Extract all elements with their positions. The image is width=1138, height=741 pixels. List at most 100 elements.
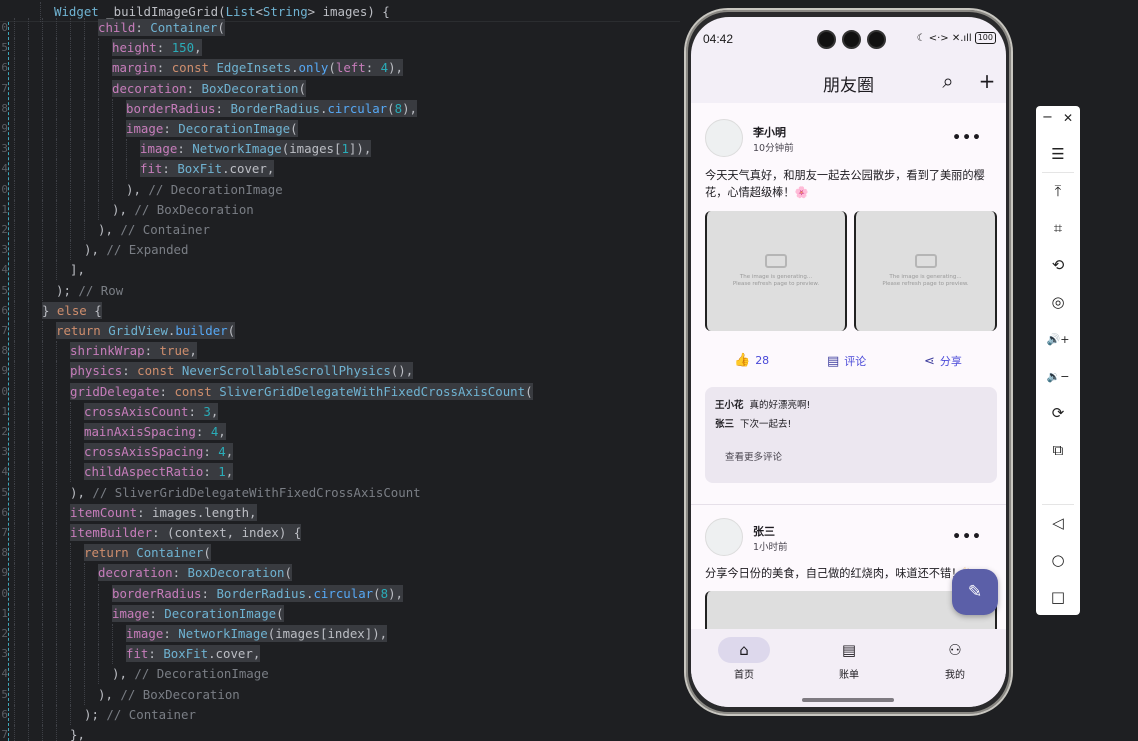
add-icon[interactable]: + <box>975 69 999 93</box>
volume-down-icon[interactable]: 🔉− <box>1044 362 1072 390</box>
code-line[interactable]: ), // Container <box>14 220 210 240</box>
code-line[interactable]: decoration: BoxDecoration( <box>14 563 292 584</box>
minimize-icon[interactable]: − <box>1042 110 1053 125</box>
location-icon[interactable]: ◎ <box>1044 288 1072 316</box>
post-author[interactable]: 张三 <box>753 523 775 539</box>
code-line[interactable]: }, <box>14 725 85 741</box>
receipt-icon: ▤ <box>841 641 857 659</box>
code-line[interactable]: ), // SliverGridDelegateWithFixedCrossAx… <box>14 482 421 503</box>
avatar[interactable] <box>705 518 743 556</box>
code-line[interactable]: } else { <box>14 300 102 321</box>
edit-fab-button[interactable]: ✎ <box>952 569 998 615</box>
nav-item-bills[interactable]: ▤ 账单 <box>809 637 889 681</box>
crop-icon[interactable]: ⌗ <box>1044 214 1072 242</box>
code-line[interactable]: ), // Expanded <box>14 240 188 261</box>
nav-item-profile[interactable]: ⚇ 我的 <box>915 637 995 681</box>
screen-rotate-icon[interactable]: ⟳ <box>1044 399 1072 427</box>
rotate-icon[interactable]: ⟲ <box>1044 251 1072 279</box>
status-icons: ☾ <·> ✕.ıll 100 <box>917 32 996 44</box>
view-more-comments-link[interactable]: 查看更多评论 <box>725 449 782 463</box>
post-author[interactable]: 李小明 <box>753 124 786 140</box>
back-icon[interactable]: ◁ <box>1044 509 1072 537</box>
comment-item: 王小花 真的好漂亮啊! <box>715 397 810 411</box>
home-button-icon[interactable]: ○ <box>1044 546 1072 574</box>
screenshot-icon[interactable]: ⧉ <box>1044 436 1072 464</box>
line-number: 2 <box>1 627 8 640</box>
code-line[interactable]: itemBuilder: (context, index) { <box>14 523 302 543</box>
line-number: 1 <box>1 404 8 418</box>
like-button[interactable]: 👍 28 <box>734 353 769 368</box>
line-number: 4 <box>1 465 8 479</box>
image-placeholder-text: Please refresh page to preview. <box>732 281 820 287</box>
more-icon[interactable]: ••• <box>952 130 982 146</box>
code-line[interactable]: ), // DecorationImage <box>14 179 283 200</box>
code-line[interactable]: image: DecorationImage( <box>14 119 298 139</box>
code-line[interactable]: image: DecorationImage( <box>14 603 284 624</box>
comment-button[interactable]: ▤ 评论 <box>827 353 866 369</box>
code-line[interactable]: mainAxisSpacing: 4, <box>14 422 226 442</box>
bottom-navigation: ⌂ 首页 ▤ 账单 ⚇ 我的 <box>691 629 1006 707</box>
code-line[interactable]: ), // BoxDecoration <box>14 199 254 220</box>
line-number: 1 <box>1 202 8 216</box>
line-number: 8 <box>1 546 8 560</box>
comment-user[interactable]: 张三 <box>715 419 734 430</box>
code-line[interactable]: gridDelegate: const SliverGridDelegateWi… <box>14 381 533 402</box>
emulator-toolbar: − ✕ ☰ ⤒ ⌗ ⟲ ◎ 🔊+ 🔉− ⟳ ⧉ ◁ ○ □ <box>1036 106 1080 615</box>
code-line[interactable]: margin: const EdgeInsets.only(left: 4), <box>14 58 404 79</box>
code-line[interactable]: ); // Container <box>14 704 196 725</box>
share-button[interactable]: ⋖ 分享 <box>924 353 962 369</box>
more-icon[interactable]: ••• <box>952 529 982 545</box>
code-line[interactable]: return Container( <box>14 543 211 564</box>
line-gutter: 056789340123456789012345678901234567 <box>0 0 12 741</box>
code-line[interactable]: image: NetworkImage(images[1]), <box>14 139 372 160</box>
status-indicators: ☾ <·> ✕.ıll <box>916 32 972 44</box>
code-line[interactable]: physics: const NeverScrollableScrollPhys… <box>14 361 414 382</box>
avatar[interactable] <box>705 119 743 157</box>
code-line[interactable]: crossAxisCount: 3, <box>14 401 219 422</box>
post-image[interactable]: The image is generating... Please refres… <box>705 211 847 331</box>
nav-item-home[interactable]: ⌂ 首页 <box>704 637 784 681</box>
comment-user[interactable]: 王小花 <box>715 400 744 411</box>
line-number: 3 <box>1 243 8 257</box>
code-line[interactable]: Widget _buildImageGrid(List<String> imag… <box>40 2 390 22</box>
line-number: 2 <box>1 425 8 438</box>
like-count: 28 <box>755 354 770 367</box>
code-line[interactable]: ], <box>14 260 85 281</box>
pin-top-icon[interactable]: ⤒ <box>1044 177 1072 205</box>
line-number: 6 <box>1 61 8 75</box>
code-line[interactable]: ); // Row <box>14 280 123 301</box>
home-icon: ⌂ <box>718 637 770 663</box>
camera-icon <box>867 30 886 49</box>
volume-up-icon[interactable]: 🔊+ <box>1044 325 1072 353</box>
line-number: 3 <box>1 647 8 661</box>
code-line[interactable]: borderRadius: BorderRadius.circular(8), <box>14 583 403 604</box>
recents-icon[interactable]: □ <box>1044 583 1072 611</box>
code-line[interactable]: borderRadius: BorderRadius.circular(8), <box>14 98 417 119</box>
line-number: 3 <box>1 445 8 459</box>
close-icon[interactable]: ✕ <box>1063 111 1073 125</box>
code-editor[interactable]: 056789340123456789012345678901234567 Wid… <box>0 0 680 741</box>
post-image[interactable]: The image is generating... Please refres… <box>854 211 997 331</box>
code-line[interactable]: image: NetworkImage(images[index]), <box>14 624 388 644</box>
phone-screen[interactable]: 04:42 ☾ <·> ✕.ıll 100 朋友圈 ⌕ + 李小明 10分钟前 … <box>691 17 1006 707</box>
code-line[interactable]: itemCount: images.length, <box>14 502 257 523</box>
code-line[interactable]: ), // BoxDecoration <box>14 684 240 705</box>
search-icon[interactable]: ⌕ <box>936 69 960 93</box>
comment-text: 真的好漂亮啊! <box>749 400 811 411</box>
code-line[interactable]: decoration: BoxDecoration( <box>14 78 306 99</box>
toolbar-divider <box>1042 504 1074 505</box>
line-number: 9 <box>1 566 8 580</box>
code-line[interactable]: fit: BoxFit.cover, <box>14 644 261 665</box>
image-placeholder-text: The image is generating... <box>739 274 813 280</box>
code-line[interactable]: height: 150, <box>14 38 202 59</box>
home-indicator[interactable] <box>802 698 894 702</box>
code-line[interactable]: crossAxisSpacing: 4, <box>14 442 234 463</box>
code-line[interactable]: return GridView.builder( <box>14 321 236 341</box>
code-line[interactable]: ), // DecorationImage <box>14 664 269 685</box>
moments-feed[interactable]: 李小明 10分钟前 ••• 今天天气真好，和朋友一起去公园散步，看到了美丽的樱花… <box>691 103 1006 629</box>
menu-icon[interactable]: ☰ <box>1044 140 1072 168</box>
line-number: 4 <box>1 263 8 277</box>
code-line[interactable]: childAspectRatio: 1, <box>14 462 234 483</box>
code-line[interactable]: fit: BoxFit.cover, <box>14 159 275 180</box>
code-line[interactable]: shrinkWrap: true, <box>14 341 197 362</box>
